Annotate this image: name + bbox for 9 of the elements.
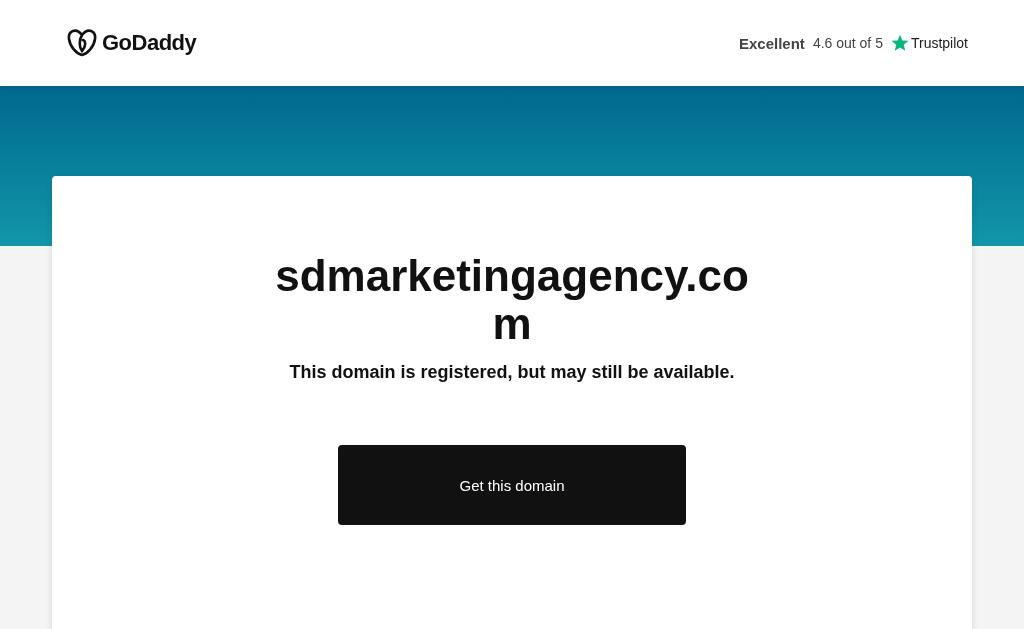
get-domain-button[interactable]: Get this domain [338,445,686,525]
heart-logo-icon [67,29,97,57]
rating-label: Excellent [739,34,805,52]
domain-message: This domain is registered, but may still be available. [289,362,735,383]
rating-score: 4.6 out of 5 [812,35,883,51]
star-icon [890,34,909,52]
logo-text[interactable]: GoDaddy [102,30,197,56]
trustpilot-text: Trustpilot [910,35,968,51]
domain-name: sdmarketingagency.com [274,252,750,348]
